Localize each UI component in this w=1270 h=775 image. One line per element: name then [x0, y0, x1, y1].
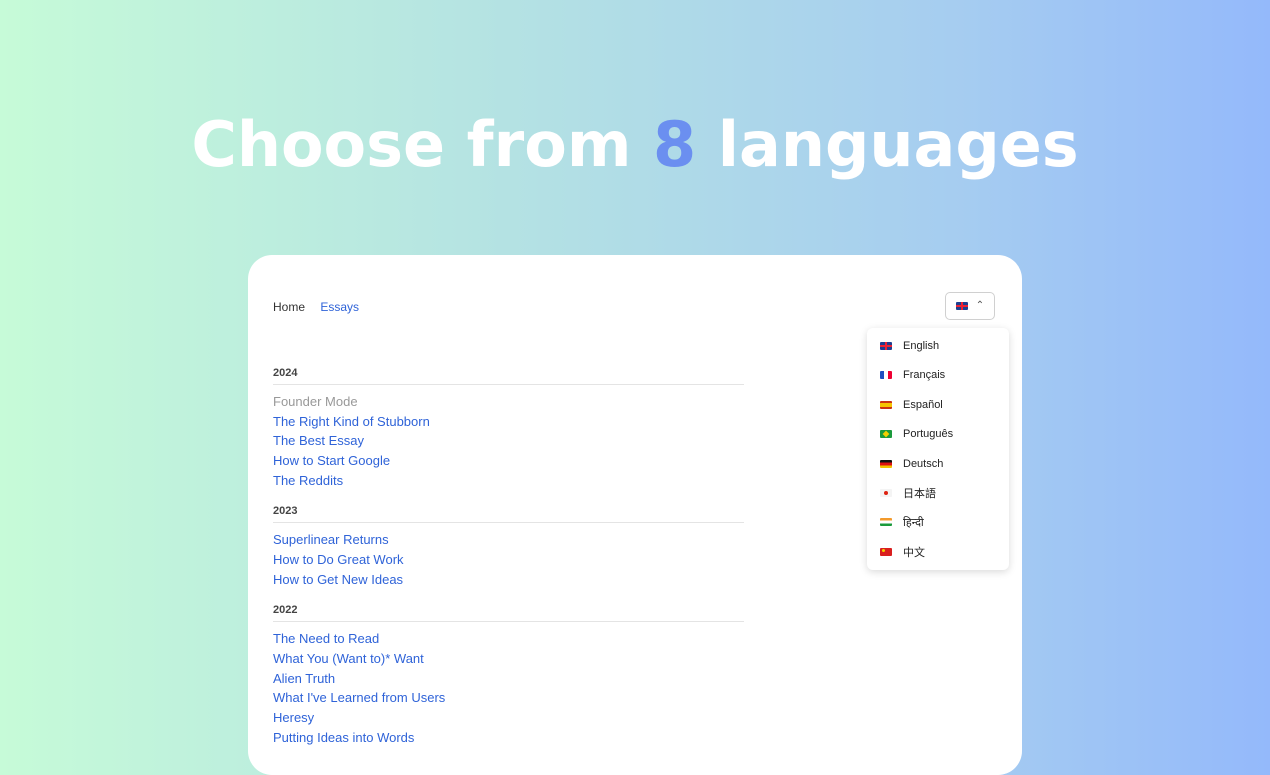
essay-link[interactable]: The Need to Read: [273, 631, 379, 646]
year-heading-2024: 2024: [273, 367, 744, 385]
nav-home-link[interactable]: Home: [273, 300, 305, 314]
fr-flag-icon: [880, 371, 892, 379]
language-label: English: [903, 340, 940, 352]
essay-link[interactable]: Alien Truth: [273, 671, 335, 686]
hero-heading: Choose from 8 languages: [0, 108, 1270, 181]
es-flag-icon: [880, 401, 892, 409]
app-window: Home Essays ⌃ English Français Español P…: [248, 255, 1022, 775]
essay-link[interactable]: Putting Ideas into Words: [273, 730, 414, 745]
language-option-portuguese[interactable]: Português: [880, 425, 953, 443]
language-selector-button[interactable]: ⌃: [945, 292, 995, 320]
language-label: 日本語: [903, 488, 936, 500]
essay-link[interactable]: Founder Mode: [273, 394, 358, 409]
br-flag-icon: [880, 430, 892, 438]
language-dropdown: English Français Español Português Deuts…: [867, 328, 1009, 570]
essay-link[interactable]: How to Start Google: [273, 453, 390, 468]
essay-link[interactable]: How to Do Great Work: [273, 552, 404, 567]
essay-link[interactable]: The Reddits: [273, 473, 343, 488]
essay-link[interactable]: What I've Learned from Users: [273, 690, 445, 705]
year-heading-2023: 2023: [273, 505, 744, 523]
language-option-german[interactable]: Deutsch: [880, 455, 943, 473]
language-option-hindi[interactable]: हिन्दी: [880, 513, 924, 531]
in-flag-icon: [880, 518, 892, 526]
gb-flag-icon: [955, 302, 968, 310]
essay-link[interactable]: How to Get New Ideas: [273, 572, 403, 587]
de-flag-icon: [880, 460, 892, 468]
year-heading-2022: 2022: [273, 604, 744, 622]
language-option-english[interactable]: English: [880, 337, 939, 355]
essay-link[interactable]: Superlinear Returns: [273, 532, 389, 547]
hero-prefix: Choose from: [191, 108, 654, 181]
essay-link[interactable]: Heresy: [273, 710, 314, 725]
jp-flag-icon: [880, 489, 892, 497]
hero-suffix: languages: [696, 108, 1079, 181]
hero-number: 8: [653, 108, 697, 181]
essay-link[interactable]: The Right Kind of Stubborn: [273, 414, 430, 429]
essay-link[interactable]: The Best Essay: [273, 433, 364, 448]
language-option-spanish[interactable]: Español: [880, 396, 943, 414]
language-label: हिन्दी: [903, 516, 924, 529]
language-option-french[interactable]: Français: [880, 366, 945, 384]
language-label: Français: [903, 369, 946, 381]
cn-flag-icon: [880, 548, 892, 556]
essay-link[interactable]: What You (Want to)* Want: [273, 651, 424, 666]
language-label: 中文: [903, 547, 925, 559]
gb-flag-icon: [880, 342, 892, 350]
language-label: Español: [903, 399, 943, 411]
nav-essays-link[interactable]: Essays: [320, 300, 359, 314]
language-label: Deutsch: [903, 458, 944, 470]
language-label: Português: [903, 428, 954, 440]
language-option-japanese[interactable]: 日本語: [880, 484, 936, 502]
top-nav: Home Essays: [273, 300, 371, 314]
language-option-chinese[interactable]: 中文: [880, 543, 925, 561]
chevron-up-icon: ⌃: [975, 300, 985, 311]
